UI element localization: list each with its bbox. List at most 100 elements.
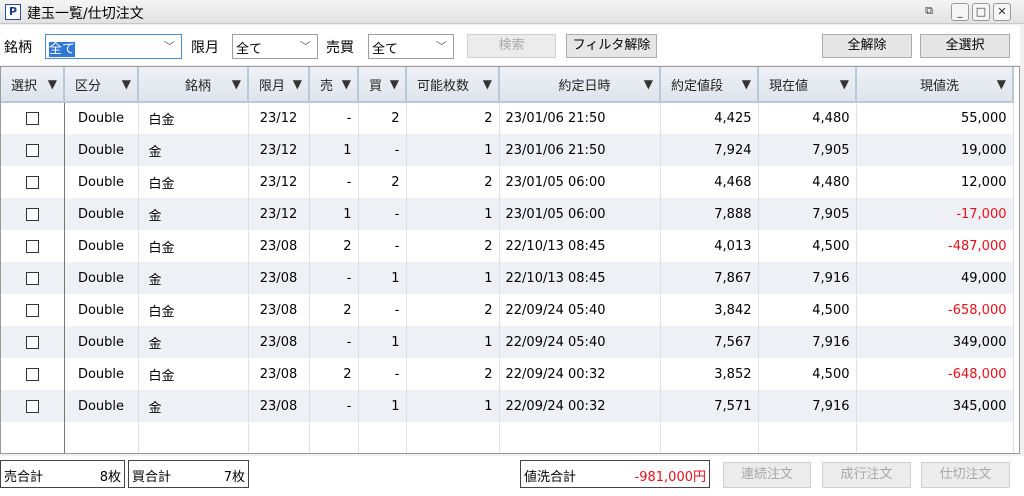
filter-icon[interactable]: ▼ [232, 77, 241, 91]
cell-uri: 2 [309, 358, 359, 390]
table-row[interactable]: Double 白金 23/12-2 2 23/01/06 21:50 4,425 4,480… [1, 102, 1014, 134]
column-header[interactable]: 現在値 ▼ [758, 67, 857, 103]
column-header-label: 約定値段 [671, 78, 724, 94]
column-header[interactable]: 約定値段 ▼ [660, 67, 759, 103]
cell-genzai: 7,916 [758, 326, 857, 358]
select-checkbox[interactable] [25, 175, 39, 189]
cell-yakujo: 3,852 [660, 358, 759, 390]
search-button[interactable]: 検索 [467, 34, 556, 58]
select-checkbox[interactable] [25, 399, 39, 413]
baibai-label: 売買 [326, 40, 354, 56]
cell-gengetsu: 23/08 [248, 326, 310, 358]
select-checkbox[interactable] [25, 112, 39, 125]
column-header[interactable]: 売 ▼ [309, 67, 359, 103]
column-header[interactable]: 可能枚数 ▼ [406, 67, 500, 103]
filter-icon[interactable]: ▼ [293, 77, 302, 91]
table-row[interactable]: Double 白金 23/08 2-2 22/09/24 00:32 3,852 4,500… [1, 358, 1014, 390]
restore-window-icon[interactable]: ⧉ [920, 3, 938, 21]
filter-icon[interactable]: ▼ [840, 77, 849, 91]
cell-kubun: Double [64, 230, 139, 262]
select-cell [1, 134, 65, 166]
cell-meigara: 金 [138, 262, 249, 294]
select-all-button[interactable]: 全選択 [920, 34, 1010, 58]
cell-kai: 1 [358, 262, 407, 294]
select-cell [1, 294, 65, 326]
cell-kanou: 1 [406, 198, 500, 230]
cell-uri: 2 [309, 230, 359, 262]
column-header[interactable]: 限月 ▼ [248, 67, 310, 103]
sell-total-box: 売合計 8枚 [0, 460, 125, 488]
cell-meigara: 金 [138, 134, 249, 166]
cell-datetime: 23/01/06 21:50 [499, 102, 661, 134]
cell-genzai: 4,500 [758, 294, 857, 326]
column-header-label: 買 [369, 78, 383, 94]
column-header[interactable]: 買 ▼ [358, 67, 407, 103]
pl-total-box: 値洗合計 -981,000円 [520, 460, 710, 488]
select-checkbox[interactable] [25, 303, 39, 317]
empty-cell [138, 422, 249, 453]
table-row[interactable]: Double 金 23/08-1 1 22/09/24 00:32 7,571 7,916 3… [1, 390, 1014, 422]
cell-kai: - [358, 230, 407, 262]
renzoku-order-button[interactable]: 連続注文 [723, 462, 811, 488]
cell-uri: - [309, 166, 359, 198]
table-row[interactable]: Double 白金 23/08 2-2 22/10/13 08:45 4,013 4,500… [1, 230, 1014, 262]
select-checkbox[interactable] [25, 271, 39, 285]
cell-kai: - [358, 294, 407, 326]
filter-icon[interactable]: ▼ [644, 77, 653, 91]
gengetsu-label: 限月 [191, 40, 219, 56]
table-row[interactable]: Double 金 23/08-1 1 22/09/24 05:40 7,567 7,916 3… [1, 326, 1014, 358]
cell-yakujo: 4,468 [660, 166, 759, 198]
column-header[interactable]: 銘柄 ▼ [138, 67, 249, 103]
summary-bar: 売合計 8枚 買合計 7枚 値洗合計 -981,000円 連続注文 成行注文 仕切注文 [0, 456, 1024, 496]
market-order-button[interactable]: 成行注文 [822, 462, 911, 488]
select-checkbox[interactable] [25, 143, 39, 157]
filter-icon[interactable]: ▼ [48, 77, 57, 91]
cell-kanou: 1 [406, 262, 500, 294]
table-row[interactable]: Double 金 23/08-1 1 22/10/13 08:45 7,867 7,916 4… [1, 262, 1014, 294]
meigara-value: 全て [49, 42, 76, 57]
cell-genzai: 7,916 [758, 262, 857, 294]
app-icon: P [5, 4, 21, 20]
filter-icon[interactable]: ▼ [342, 77, 351, 91]
select-checkbox[interactable] [25, 207, 39, 221]
close-order-button[interactable]: 仕切注文 [921, 462, 1010, 488]
select-cell [1, 198, 65, 230]
cell-kai: 1 [358, 326, 407, 358]
close-button[interactable]: ✕ [993, 3, 1011, 21]
filter-icon[interactable]: ▼ [997, 77, 1006, 91]
chevron-down-icon: ﹀ [436, 40, 447, 53]
table-row[interactable]: Double 白金 23/08 2-2 22/09/24 05:40 3,842 4,500… [1, 294, 1014, 326]
minimize-button[interactable]: _ [951, 3, 969, 21]
cell-meigara: 白金 [138, 102, 249, 134]
filter-icon[interactable]: ▼ [122, 77, 131, 91]
chevron-down-icon: ﹀ [300, 40, 311, 53]
table-row[interactable]: Double 金 23/12 1-1 23/01/06 21:50 7,924 7,905 1… [1, 134, 1014, 166]
meigara-select[interactable]: 全て ﹀ [45, 34, 182, 59]
cell-arai: -658,000 [856, 294, 1014, 326]
select-checkbox[interactable] [25, 335, 39, 349]
column-header[interactable]: 区分 ▼ [64, 67, 139, 103]
filter-icon[interactable]: ▼ [390, 77, 399, 91]
deselect-all-button[interactable]: 全解除 [822, 34, 912, 58]
select-checkbox[interactable] [25, 239, 39, 253]
table-row[interactable]: Double 白金 23/12-2 2 23/01/05 06:00 4,468 4,480… [1, 166, 1014, 198]
cell-kanou: 2 [406, 102, 500, 134]
cell-gengetsu: 23/12 [248, 134, 310, 166]
column-header[interactable]: 現値洗 ▼ [856, 67, 1014, 103]
filter-icon[interactable]: ▼ [483, 77, 492, 91]
filter-icon[interactable]: ▼ [742, 77, 751, 91]
cell-meigara: 白金 [138, 294, 249, 326]
empty-cell [64, 422, 139, 453]
column-header-label: 可能枚数 [417, 78, 470, 94]
table-row[interactable]: Double 金 23/12 1-1 23/01/05 06:00 7,888 7,905-… [1, 198, 1014, 230]
cell-meigara: 白金 [138, 166, 249, 198]
gengetsu-select[interactable]: 全て ﹀ [232, 34, 318, 59]
maximize-button[interactable]: □ [972, 3, 990, 21]
empty-cell [856, 422, 1014, 453]
cell-datetime: 23/01/06 21:50 [499, 134, 661, 166]
baibai-select[interactable]: 全て ﹀ [368, 34, 454, 59]
column-header[interactable]: 約定日時 ▼ [499, 67, 661, 103]
clear-filter-button[interactable]: フィルタ解除 [566, 34, 657, 58]
select-checkbox[interactable] [25, 367, 39, 381]
column-header[interactable]: 選択 ▼ [1, 67, 65, 103]
